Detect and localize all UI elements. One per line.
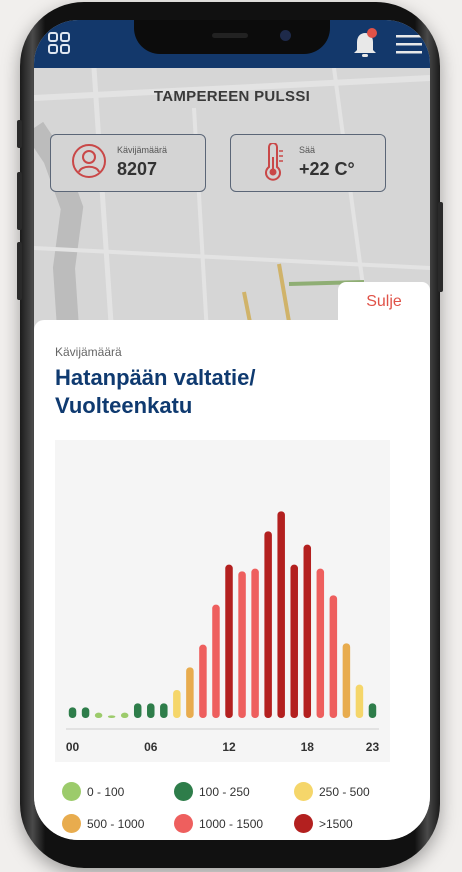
legend-label: 250 - 500 xyxy=(319,784,370,799)
thermometer-icon xyxy=(265,143,283,181)
legend-item: >1500 xyxy=(294,814,353,833)
bar-hour-21[interactable] xyxy=(342,643,351,718)
legend-swatch xyxy=(174,814,193,833)
volume-up-button xyxy=(17,172,22,230)
bar-hour-07[interactable] xyxy=(160,703,168,718)
bar-hour-18[interactable] xyxy=(303,544,312,718)
chart-svg: 00 06 12 18 23 xyxy=(66,511,380,754)
bar-hour-16[interactable] xyxy=(277,511,285,718)
grid-icon[interactable] xyxy=(48,32,70,54)
bar-hour-09[interactable] xyxy=(186,667,194,718)
front-camera xyxy=(280,30,291,41)
volume-down-button xyxy=(17,242,22,300)
close-button[interactable]: Sulje xyxy=(338,282,430,322)
bar-hour-04[interactable] xyxy=(120,712,129,718)
weather-value: +22 C° xyxy=(299,159,355,179)
legend-label: 1000 - 1500 xyxy=(199,816,264,831)
bar-hour-12[interactable] xyxy=(225,564,233,718)
bar-hour-23[interactable] xyxy=(368,703,377,718)
legend-label: >1500 xyxy=(319,816,353,831)
weather-stat-card[interactable]: Sää +22 C° xyxy=(230,134,386,192)
chart-legend: 0 - 100 100 - 250 250 - 500 500 - 1000 1000 … xyxy=(34,780,430,840)
visitors-stat-card[interactable]: Kävijämäärä 8207 xyxy=(50,134,206,192)
location-title-line2: Vuolteenkatu xyxy=(55,393,193,418)
phone-notch xyxy=(134,20,330,54)
bar-hour-20[interactable] xyxy=(329,595,338,718)
power-button xyxy=(438,202,443,292)
bar-hour-01[interactable] xyxy=(81,707,90,718)
legend-item: 500 - 1000 xyxy=(62,814,144,833)
bar-hour-06[interactable] xyxy=(147,703,155,718)
detail-subtitle: Kävijämäärä xyxy=(55,345,122,359)
x-tick-label: 06 xyxy=(144,740,158,754)
location-title-line1: Hatanpään valtatie/ xyxy=(55,365,256,390)
phone-screen: TAMPEREEN PULSSI Kävijämäärä 8207 Sää +2… xyxy=(34,20,430,840)
x-tick-label: 23 xyxy=(366,740,380,754)
bar-hour-05[interactable] xyxy=(133,703,142,718)
page-title: TAMPEREEN PULSSI xyxy=(153,88,311,105)
bar-hour-22[interactable] xyxy=(355,684,364,718)
bar-hour-19[interactable] xyxy=(316,568,325,718)
bar-hour-11[interactable] xyxy=(212,604,220,718)
visitors-label: Kävijämäärä xyxy=(117,145,168,155)
mute-switch xyxy=(17,120,22,148)
x-tick-label: 12 xyxy=(222,740,236,754)
bar-hour-08[interactable] xyxy=(173,690,181,718)
speaker-grille xyxy=(212,33,248,38)
bar-hour-03[interactable] xyxy=(107,715,116,718)
bar-hour-10[interactable] xyxy=(199,644,207,718)
visitors-value: 8207 xyxy=(117,159,158,179)
legend-label: 100 - 250 xyxy=(199,784,250,799)
legend-item: 250 - 500 xyxy=(294,782,370,801)
bar-hour-13[interactable] xyxy=(238,571,246,718)
bar-hour-00[interactable] xyxy=(68,707,77,718)
legend-item: 0 - 100 xyxy=(62,782,124,801)
legend-item: 100 - 250 xyxy=(174,782,250,801)
legend-swatch xyxy=(174,782,193,801)
x-tick-label: 00 xyxy=(66,740,80,754)
legend-swatch xyxy=(62,782,81,801)
hourly-visitors-chart: 00 06 12 18 23 xyxy=(55,440,390,762)
bar-hour-14[interactable] xyxy=(251,568,259,718)
person-icon xyxy=(72,144,106,178)
bell-icon[interactable] xyxy=(352,28,378,58)
x-tick-label: 18 xyxy=(301,740,315,754)
menu-icon[interactable] xyxy=(396,34,422,54)
notification-dot xyxy=(367,28,377,38)
legend-swatch xyxy=(294,814,313,833)
bar-hour-02[interactable] xyxy=(94,712,103,718)
location-title: Hatanpään valtatie/ Vuolteenkatu xyxy=(55,364,355,420)
legend-swatch xyxy=(62,814,81,833)
legend-swatch xyxy=(294,782,313,801)
legend-label: 500 - 1000 xyxy=(87,816,145,831)
weather-label: Sää xyxy=(299,145,316,155)
legend-label: 0 - 100 xyxy=(87,784,125,799)
legend-item: 1000 - 1500 xyxy=(174,814,263,833)
bar-hour-15[interactable] xyxy=(264,531,272,718)
bar-hour-17[interactable] xyxy=(290,564,298,718)
